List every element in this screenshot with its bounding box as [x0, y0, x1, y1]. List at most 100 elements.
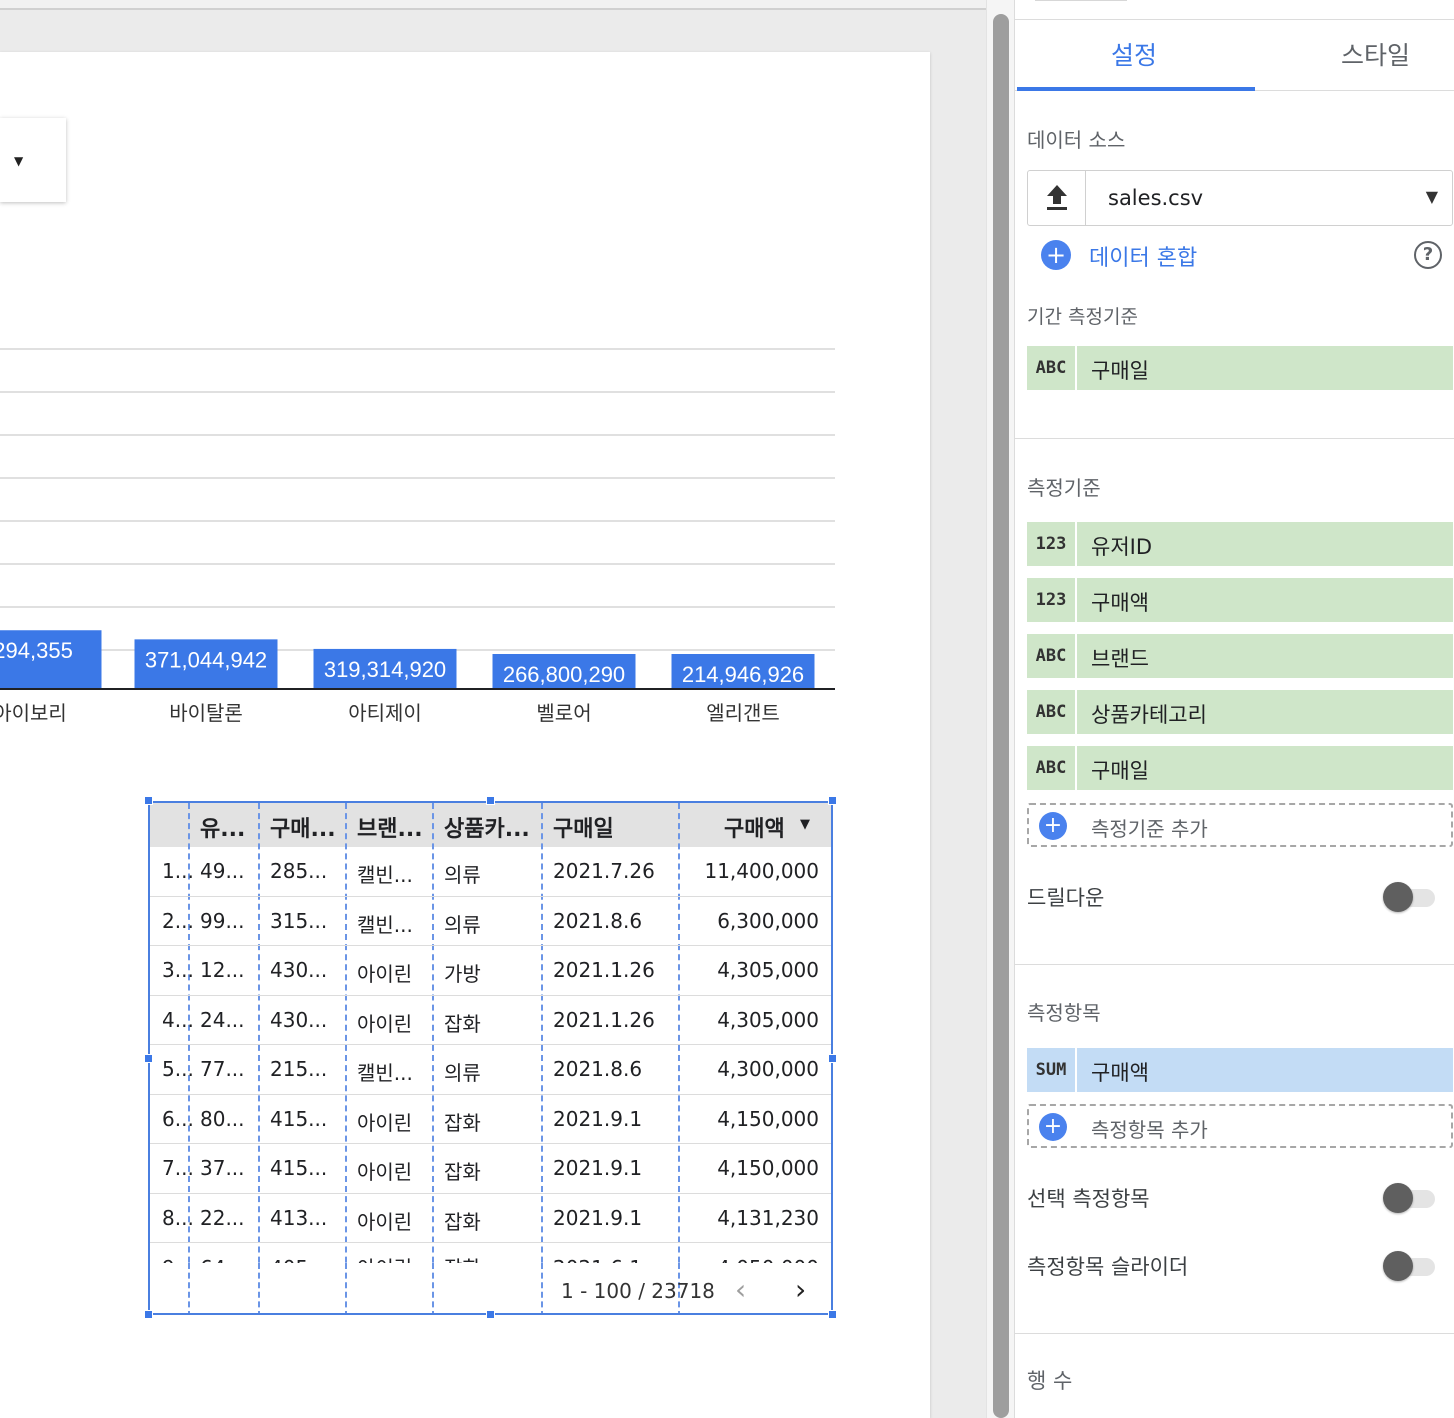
table-cell: 4,131,230 [717, 1205, 819, 1230]
table-cell: 의류 [444, 863, 481, 887]
column-divider[interactable] [345, 803, 347, 1313]
report-canvas: ▼ ,294,355 아이보리 371,044,942 바이탈론 319,314,920… [0, 0, 1014, 1418]
row-divider [150, 945, 831, 946]
metric-slider-toggle[interactable] [1383, 1251, 1437, 1281]
column-divider[interactable] [432, 803, 434, 1313]
upload-icon [1045, 183, 1069, 218]
table-cell: 315... [270, 908, 328, 933]
table-cell: 4... [162, 1007, 194, 1032]
row-divider [150, 1044, 831, 1045]
add-dimension-button[interactable]: + 측정기준 추가 [1027, 803, 1453, 847]
table-cell: 2... [162, 908, 194, 933]
metric-slider-label: 측정항목 슬라이더 [1027, 1255, 1189, 1279]
add-dimension-label: 측정기준 추가 [1091, 817, 1208, 841]
bar-data-label: 319,314,920 [324, 657, 446, 682]
column-header[interactable]: 브랜... [357, 811, 423, 843]
table-cell: 2021.9.1 [553, 1205, 643, 1230]
dimension-chip[interactable]: ABC 브랜드 [1027, 634, 1453, 678]
category-label: 아이보리 [0, 701, 67, 725]
column-header[interactable]: 상품카... [444, 811, 530, 843]
upload-button[interactable] [1028, 171, 1086, 225]
drilldown-toggle[interactable] [1383, 882, 1437, 912]
resize-handle[interactable] [144, 1054, 153, 1063]
table-cell: 가방 [444, 962, 481, 986]
column-header[interactable]: 유... [200, 811, 245, 843]
resize-handle[interactable] [144, 1310, 153, 1319]
table-cell: 4,150,000 [717, 1156, 819, 1180]
table-cell: 7... [162, 1156, 194, 1180]
field-name: 구매액 [1091, 591, 1149, 615]
chevron-left-icon[interactable]: ‹ [735, 1273, 746, 1306]
field-name: 유저ID [1091, 535, 1153, 559]
active-tab-indicator [1017, 87, 1255, 91]
resize-handle[interactable] [144, 796, 153, 805]
caret-down-icon[interactable]: ▼ [14, 154, 23, 168]
dimension-chip[interactable]: ABC 구매일 [1027, 746, 1453, 790]
table-cell: 413... [270, 1205, 328, 1230]
data-source-title: 데이터 소스 [1027, 128, 1126, 152]
chevron-right-icon[interactable]: › [795, 1273, 806, 1306]
field-name: 상품카테고리 [1091, 703, 1207, 727]
data-table[interactable]: 유... 구매... 브랜... 상품카... 구매일 구매액 ▼ 1... 49... 285.… [148, 801, 833, 1315]
table-cell: 캘빈... [357, 912, 413, 937]
aggregation-badge: SUM [1027, 1048, 1077, 1092]
column-header[interactable]: 구매액 [724, 811, 785, 843]
table-cell: 3... [162, 958, 194, 982]
resize-handle[interactable] [828, 1310, 837, 1319]
canvas-scrollbar[interactable] [986, 0, 1014, 1418]
column-header[interactable]: 구매... [270, 811, 336, 843]
optional-metrics-label: 선택 측정항목 [1027, 1187, 1150, 1211]
table-cell: 2021.8.6 [553, 908, 643, 933]
add-circle-icon: + [1039, 1113, 1067, 1141]
add-circle-icon[interactable]: + [1041, 240, 1071, 270]
tab-style[interactable]: 스타일 [1341, 36, 1410, 72]
blend-data-link[interactable]: 데이터 혼합 [1089, 240, 1197, 272]
dimension-chip[interactable]: 123 유저ID [1027, 522, 1453, 566]
drilldown-label: 드릴다운 [1027, 886, 1105, 910]
sort-descending-icon[interactable]: ▼ [800, 817, 810, 832]
filter-control[interactable]: ▼ [0, 118, 66, 202]
field-type-badge: ABC [1027, 634, 1077, 678]
table-cell: 아이린 [357, 1209, 413, 1234]
add-metric-label: 측정항목 추가 [1091, 1118, 1208, 1142]
column-divider[interactable] [678, 803, 680, 1313]
panel-topbar [1015, 0, 1454, 20]
optional-metrics-toggle[interactable] [1383, 1183, 1437, 1213]
date-dimension-chip[interactable]: ABC 구매일 [1027, 346, 1453, 390]
table-cell: 잡화 [444, 1209, 481, 1234]
table-cell: 캘빈... [357, 1061, 413, 1085]
bar-data-label: ,294,355 [0, 638, 73, 663]
table-cell: 430... [270, 958, 328, 982]
table-cell: 4,305,000 [717, 958, 819, 982]
row-divider [150, 994, 831, 996]
canvas-top-strip [0, 0, 986, 10]
resize-handle[interactable] [486, 796, 495, 805]
table-cell: 49... [200, 859, 245, 883]
help-icon[interactable]: ? [1414, 241, 1442, 269]
dimension-chip[interactable]: ABC 상품카테고리 [1027, 690, 1453, 734]
resize-handle[interactable] [828, 1054, 837, 1063]
row-divider [150, 1143, 831, 1144]
scrollbar-thumb[interactable] [993, 14, 1009, 1418]
table-cell: 99... [200, 908, 245, 933]
resize-handle[interactable] [828, 796, 837, 805]
table-cell: 아이린 [357, 1160, 413, 1184]
metric-chip[interactable]: SUM 구매액 [1027, 1048, 1453, 1092]
bar-data-label: 371,044,942 [145, 647, 267, 672]
row-divider [150, 895, 831, 897]
column-divider[interactable] [258, 803, 260, 1313]
table-cell: 215... [270, 1057, 328, 1081]
data-source-selector[interactable]: sales.csv ▼ [1027, 170, 1453, 226]
add-metric-button[interactable]: + 측정항목 추가 [1027, 1104, 1453, 1148]
resize-handle[interactable] [486, 1310, 495, 1319]
dimension-chip[interactable]: 123 구매액 [1027, 578, 1453, 622]
table-cell: 4,150,000 [717, 1106, 819, 1131]
date-dimension-title: 기간 측정기준 [1027, 306, 1138, 328]
column-header[interactable]: 구매일 [553, 811, 614, 843]
column-divider[interactable] [541, 803, 543, 1313]
tab-setup[interactable]: 설정 [1111, 36, 1157, 72]
dropdown-caret-icon[interactable]: ▼ [1426, 187, 1438, 206]
metrics-title: 측정항목 [1027, 1001, 1101, 1025]
field-name: 브랜드 [1091, 647, 1149, 671]
bar-chart[interactable]: ,294,355 아이보리 371,044,942 바이탈론 319,314,920 아티… [0, 320, 850, 740]
